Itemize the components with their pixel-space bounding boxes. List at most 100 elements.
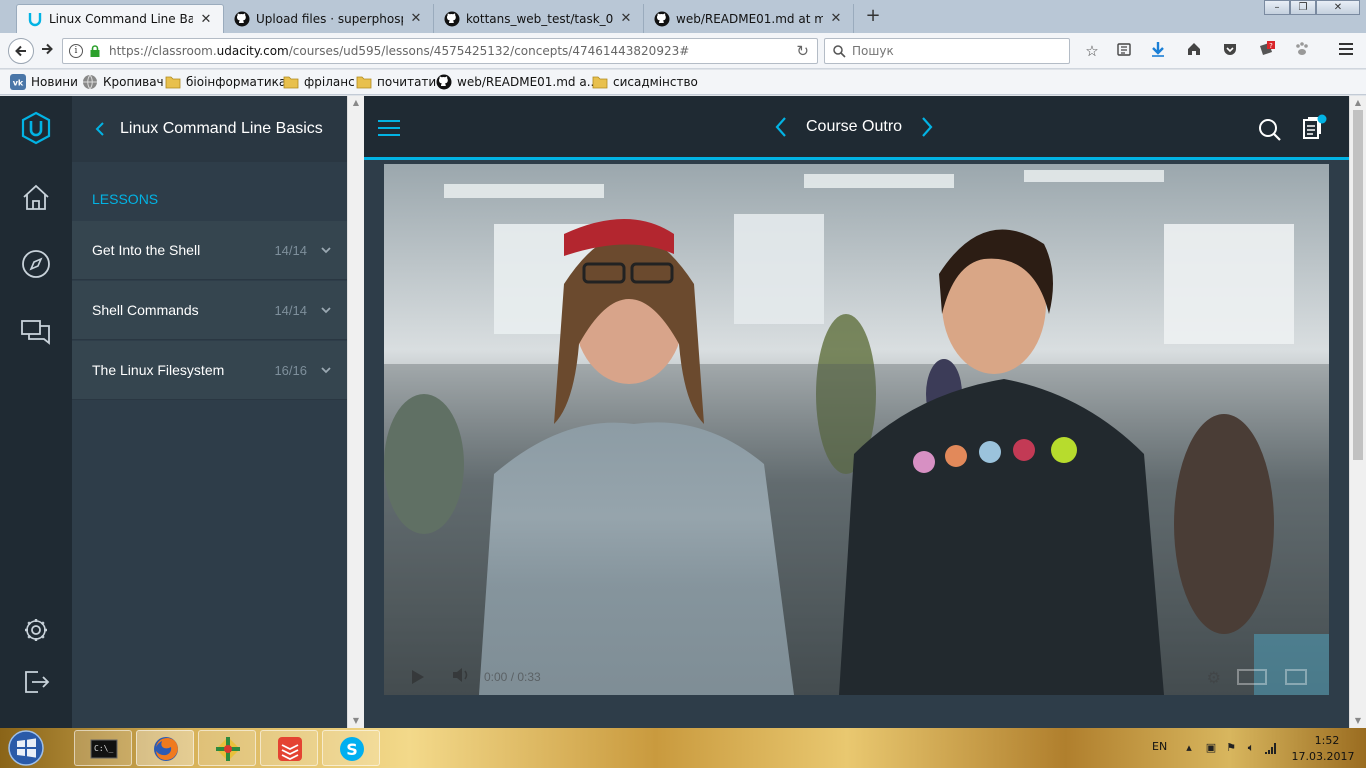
next-concept-icon[interactable] (920, 116, 934, 138)
udacity-logo-icon[interactable] (18, 110, 54, 146)
forward-button[interactable] (38, 42, 56, 60)
folder-icon (592, 76, 608, 89)
bookmark-novyny[interactable]: vk Новини (10, 74, 78, 90)
bookmark-sysadmin[interactable]: сисадмінство (592, 74, 698, 90)
scroll-up-arrow[interactable]: ▲ (348, 96, 364, 110)
page-scrollbar[interactable]: ▲ ▼ (1349, 96, 1366, 728)
tray-app-icon[interactable]: ▣ (1204, 741, 1218, 755)
scroll-up-arrow[interactable]: ▲ (1350, 96, 1366, 110)
sidebar-scrollbar[interactable]: ▲ ▼ (347, 96, 364, 728)
url-prefix: https://classroom. (109, 44, 217, 58)
minimize-button[interactable]: – (1264, 0, 1290, 15)
globe-icon (83, 74, 97, 90)
reading-list-icon[interactable] (1114, 41, 1134, 61)
close-icon[interactable]: ✕ (199, 12, 213, 27)
chevron-left-icon (95, 122, 104, 136)
search-input[interactable] (852, 44, 1052, 58)
home-icon[interactable] (1184, 41, 1204, 61)
bookmark-readme[interactable]: web/README01.md a... (436, 74, 598, 90)
taskbar-todoist[interactable] (260, 730, 318, 766)
back-button[interactable] (8, 38, 34, 64)
bookmark-label: фріланс (304, 75, 355, 89)
fullscreen-icon[interactable] (1285, 669, 1307, 685)
taskbar-terminal[interactable]: C:\_ (74, 730, 132, 766)
tab-kottans[interactable]: kottans_web_test/task_0 at ... ✕ (434, 4, 644, 33)
github-icon (234, 11, 250, 26)
tab-title: Linux Command Line Basic... (49, 12, 193, 26)
address-bar[interactable]: i https://classroom.udacity.com/courses/… (62, 38, 818, 64)
svg-text:S: S (346, 740, 358, 759)
scroll-down-arrow[interactable]: ▼ (348, 714, 364, 728)
star-icon[interactable]: ☆ (1082, 41, 1102, 61)
previous-concept-icon[interactable] (774, 116, 788, 138)
clock-time[interactable]: 1:52 (1302, 734, 1352, 747)
tab-title: Upload files · superphosph... (256, 11, 403, 26)
bookmark-label: сисадмінство (613, 75, 698, 89)
lesson-sidebar: Linux Command Line Basics LESSONS Get In… (72, 96, 347, 728)
lesson-progress: 16/16 (274, 362, 307, 378)
lesson-item[interactable]: The Linux Filesystem 16/16 (72, 341, 347, 400)
settings-gear-icon[interactable] (18, 612, 54, 648)
video-settings-icon[interactable]: ⚙ (1207, 668, 1221, 687)
language-indicator[interactable]: EN (1152, 740, 1167, 753)
notification-badge: ? (1269, 42, 1273, 50)
video-player[interactable]: 0:00 / 0:33 ⚙ (384, 164, 1329, 695)
bookmark-label: Кропивач (103, 75, 164, 89)
maximize-button[interactable]: ❐ (1290, 0, 1316, 15)
close-window-button[interactable]: ✕ (1316, 0, 1360, 15)
video-controls: 0:00 / 0:33 ⚙ (384, 659, 1329, 695)
home-icon[interactable] (18, 180, 54, 216)
compass-icon[interactable] (18, 246, 54, 282)
pocket-icon[interactable] (1220, 41, 1240, 61)
bookmark-label: web/README01.md a... (457, 75, 599, 89)
paw-icon[interactable] (1292, 41, 1312, 61)
chevron-down-icon (321, 247, 331, 254)
speaker-icon[interactable]: 🔈︎ (1244, 741, 1258, 755)
taskbar-app[interactable] (198, 730, 256, 766)
flag-icon[interactable]: ⚑ (1224, 741, 1238, 755)
taskbar-skype[interactable]: S (322, 730, 380, 766)
bookmark-kropyvach[interactable]: Кропивач (82, 74, 164, 90)
close-icon[interactable]: ✕ (409, 11, 423, 26)
download-icon[interactable] (1148, 41, 1168, 61)
close-icon[interactable]: ✕ (619, 11, 633, 26)
network-icon[interactable] (1264, 741, 1278, 755)
notes-icon[interactable] (1301, 114, 1327, 142)
bookmark-bioinformatyka[interactable]: біоінформатика (165, 74, 286, 90)
chat-icon[interactable] (18, 314, 54, 350)
info-icon[interactable]: i (69, 44, 83, 58)
lesson-item[interactable]: Get Into the Shell 14/14 (72, 221, 347, 280)
lessons-heading: LESSONS (92, 191, 159, 207)
close-icon[interactable]: ✕ (829, 11, 843, 26)
scrollbar-thumb[interactable] (1353, 110, 1363, 460)
concept-navigation: Course Outro (774, 116, 934, 138)
play-icon[interactable] (412, 670, 424, 684)
taskbar-firefox[interactable] (136, 730, 194, 766)
github-icon (444, 11, 460, 26)
bookmark-pochytaty[interactable]: почитати (356, 74, 436, 90)
menu-icon[interactable] (1336, 41, 1356, 61)
arrow-left-icon (15, 45, 26, 57)
clock-date[interactable]: 17.03.2017 (1290, 750, 1356, 763)
tab-upload-files[interactable]: Upload files · superphosph... ✕ (224, 4, 434, 33)
course-title-link[interactable]: Linux Command Line Basics (72, 96, 347, 162)
search-icon[interactable] (1258, 118, 1282, 142)
logout-icon[interactable] (18, 664, 54, 700)
lesson-item[interactable]: Shell Commands 14/14 (72, 281, 347, 340)
captions-icon[interactable] (1237, 669, 1267, 685)
volume-icon[interactable] (452, 668, 470, 686)
new-tab-button[interactable]: + (862, 6, 884, 28)
tab-udacity[interactable]: Linux Command Line Basic... ✕ (16, 4, 224, 33)
tab-readme[interactable]: web/README01.md at ma... ✕ (644, 4, 854, 33)
scroll-down-arrow[interactable]: ▼ (1350, 714, 1366, 728)
tray-expand-icon[interactable]: ▴ (1182, 741, 1196, 755)
concept-topbar: Course Outro (364, 96, 1349, 160)
search-bar[interactable] (824, 38, 1070, 64)
hamburger-menu-icon[interactable] (378, 120, 400, 141)
reload-icon[interactable]: ↻ (796, 42, 809, 60)
bookmarks-bar: vk Новини Кропивач біоінформатика фрілан… (0, 70, 1366, 95)
extension-icon[interactable]: ? (1256, 41, 1276, 61)
bookmark-freelance[interactable]: фріланс (283, 74, 355, 90)
start-button-icon[interactable] (4, 729, 48, 767)
folder-icon (356, 76, 372, 89)
